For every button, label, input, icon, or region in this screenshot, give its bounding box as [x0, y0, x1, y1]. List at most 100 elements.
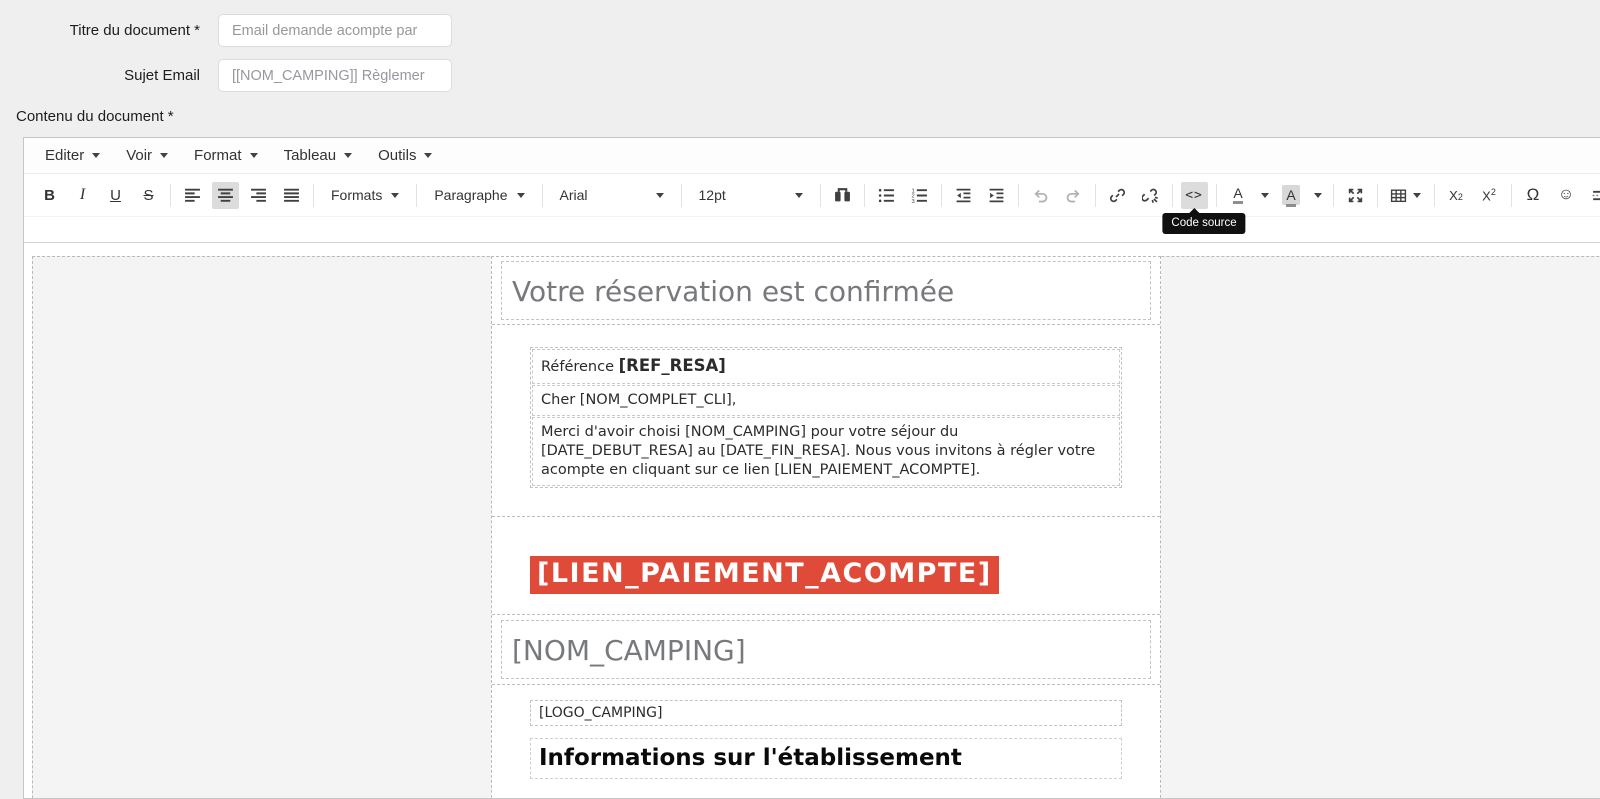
title-label: Titre du document * [0, 22, 218, 39]
undo-button[interactable] [1027, 182, 1054, 209]
fullscreen-icon [1347, 187, 1364, 204]
menu-edit[interactable]: Editer [32, 140, 113, 171]
italic-button[interactable]: I [69, 182, 96, 209]
chevron-down-icon [656, 193, 664, 202]
logo-placeholder[interactable]: [LOGO_CAMPING] [530, 700, 1122, 726]
toolbar-separator [1434, 184, 1435, 207]
subscript-button[interactable]: X2 [1443, 182, 1470, 209]
text-color-button[interactable]: A [1225, 182, 1252, 209]
fullscreen-button[interactable] [1342, 182, 1369, 209]
insert-link-button[interactable] [1104, 182, 1131, 209]
greeting-paragraph[interactable]: Cher [NOM_COMPLET_CLI], [532, 385, 1120, 416]
body-paragraph[interactable]: Merci d'avoir choisi [NOM_CAMPING] pour … [532, 417, 1120, 486]
numbered-list-icon: 123 [911, 187, 928, 204]
menu-table[interactable]: Tableau [271, 140, 366, 171]
toolbar-separator [1377, 184, 1378, 207]
align-left-button[interactable] [179, 182, 206, 209]
subject-label: Sujet Email [0, 67, 218, 84]
justify-icon [283, 187, 300, 204]
menu-format[interactable]: Format [181, 140, 271, 171]
email-header-row: Votre réservation est confirmée [492, 257, 1160, 325]
outdent-icon [955, 187, 972, 204]
undo-icon [1032, 187, 1049, 204]
emoticons-button[interactable]: ☺ [1553, 182, 1580, 209]
payment-link-banner[interactable]: [LIEN_PAIEMENT_ACOMPTE] [530, 556, 999, 594]
background-color-caret-button[interactable] [1311, 182, 1325, 209]
source-code-button[interactable]: <> Code source [1181, 182, 1208, 209]
establishment-info-heading[interactable]: Informations sur l'établissement [530, 738, 1122, 778]
underline-button[interactable]: U [102, 182, 129, 209]
content-label: Contenu du document * [16, 108, 174, 125]
link-icon [1109, 187, 1126, 204]
payment-link-row: [LIEN_PAIEMENT_ACOMPTE] [492, 517, 1160, 615]
editor-content-area[interactable]: Votre réservation est confirmée Référenc… [24, 242, 1600, 798]
toolbar-separator [941, 184, 942, 207]
align-center-button[interactable] [212, 182, 239, 209]
strikethrough-icon: S [143, 187, 153, 204]
table-button[interactable] [1386, 182, 1426, 209]
subject-input[interactable] [218, 59, 452, 92]
toolbar-separator [313, 184, 314, 207]
justify-button[interactable] [278, 182, 305, 209]
chevron-down-icon [424, 153, 432, 162]
align-center-icon [217, 187, 234, 204]
chevron-down-icon [795, 193, 803, 202]
toolbar-separator [681, 184, 682, 207]
code-source-tooltip: Code source [1162, 213, 1245, 234]
numbered-list-button[interactable]: 123 [906, 182, 933, 209]
redo-button[interactable] [1060, 182, 1087, 209]
camping-name-heading[interactable]: [NOM_CAMPING] [501, 620, 1151, 679]
superscript-button[interactable]: X2 [1476, 182, 1503, 209]
menu-view[interactable]: Voir [113, 140, 181, 171]
page-break-button[interactable] [1586, 182, 1600, 209]
chevron-down-icon [250, 153, 258, 162]
indent-button[interactable] [983, 182, 1010, 209]
font-family-dropdown[interactable]: Arial [551, 187, 673, 203]
toolbar-separator [416, 184, 417, 207]
reference-paragraph[interactable]: Référence [REF_RESA] [532, 349, 1120, 383]
toolbar-separator [1018, 184, 1019, 207]
toolbar-separator [1095, 184, 1096, 207]
bold-button[interactable]: B [36, 182, 63, 209]
outdent-button[interactable] [950, 182, 977, 209]
strikethrough-button[interactable]: S [135, 182, 162, 209]
chevron-down-icon [391, 193, 399, 202]
chevron-down-icon [1314, 193, 1322, 202]
bullet-list-icon [878, 187, 895, 204]
message-box[interactable]: Référence [REF_RESA] Cher [NOM_COMPLET_C… [530, 347, 1122, 488]
align-left-icon [184, 187, 201, 204]
reference-tag: [REF_RESA] [619, 356, 726, 375]
chevron-down-icon [160, 153, 168, 162]
background-color-button[interactable]: A [1278, 182, 1305, 209]
special-char-button[interactable]: Ω [1520, 182, 1547, 209]
align-right-button[interactable] [245, 182, 272, 209]
menu-tools[interactable]: Outils [365, 140, 445, 171]
paragraph-style-dropdown[interactable]: Paragraphe [425, 187, 533, 203]
title-input[interactable] [218, 14, 452, 47]
smiley-icon: ☺ [1558, 186, 1574, 204]
bullet-list-button[interactable] [873, 182, 900, 209]
underline-icon: U [110, 187, 121, 204]
omega-icon: Ω [1527, 185, 1540, 205]
toolbar-separator [1333, 184, 1334, 207]
toolbar-separator [1216, 184, 1217, 207]
superscript-icon: X2 [1482, 187, 1496, 203]
email-title-heading[interactable]: Votre réservation est confirmée [501, 261, 1151, 320]
svg-text:3: 3 [911, 198, 914, 203]
indent-icon [988, 187, 1005, 204]
remove-link-button[interactable] [1137, 182, 1164, 209]
formats-dropdown[interactable]: Formats [322, 187, 408, 203]
richtext-editor: Editer Voir Format Tableau Outils B I U … [23, 137, 1600, 799]
subscript-icon: X2 [1449, 188, 1463, 203]
email-template-column[interactable]: Votre réservation est confirmée Référenc… [491, 256, 1161, 798]
email-body-block[interactable]: Votre réservation est confirmée Référenc… [32, 256, 1600, 798]
bold-icon: B [44, 187, 55, 204]
search-replace-button[interactable] [829, 182, 856, 209]
text-color-caret-button[interactable] [1258, 182, 1272, 209]
toolbar-separator [1511, 184, 1512, 207]
toolbar-separator [542, 184, 543, 207]
font-size-dropdown[interactable]: 12pt [690, 187, 812, 203]
chevron-down-icon [517, 193, 525, 202]
toolbar-separator [864, 184, 865, 207]
redo-icon [1065, 187, 1082, 204]
